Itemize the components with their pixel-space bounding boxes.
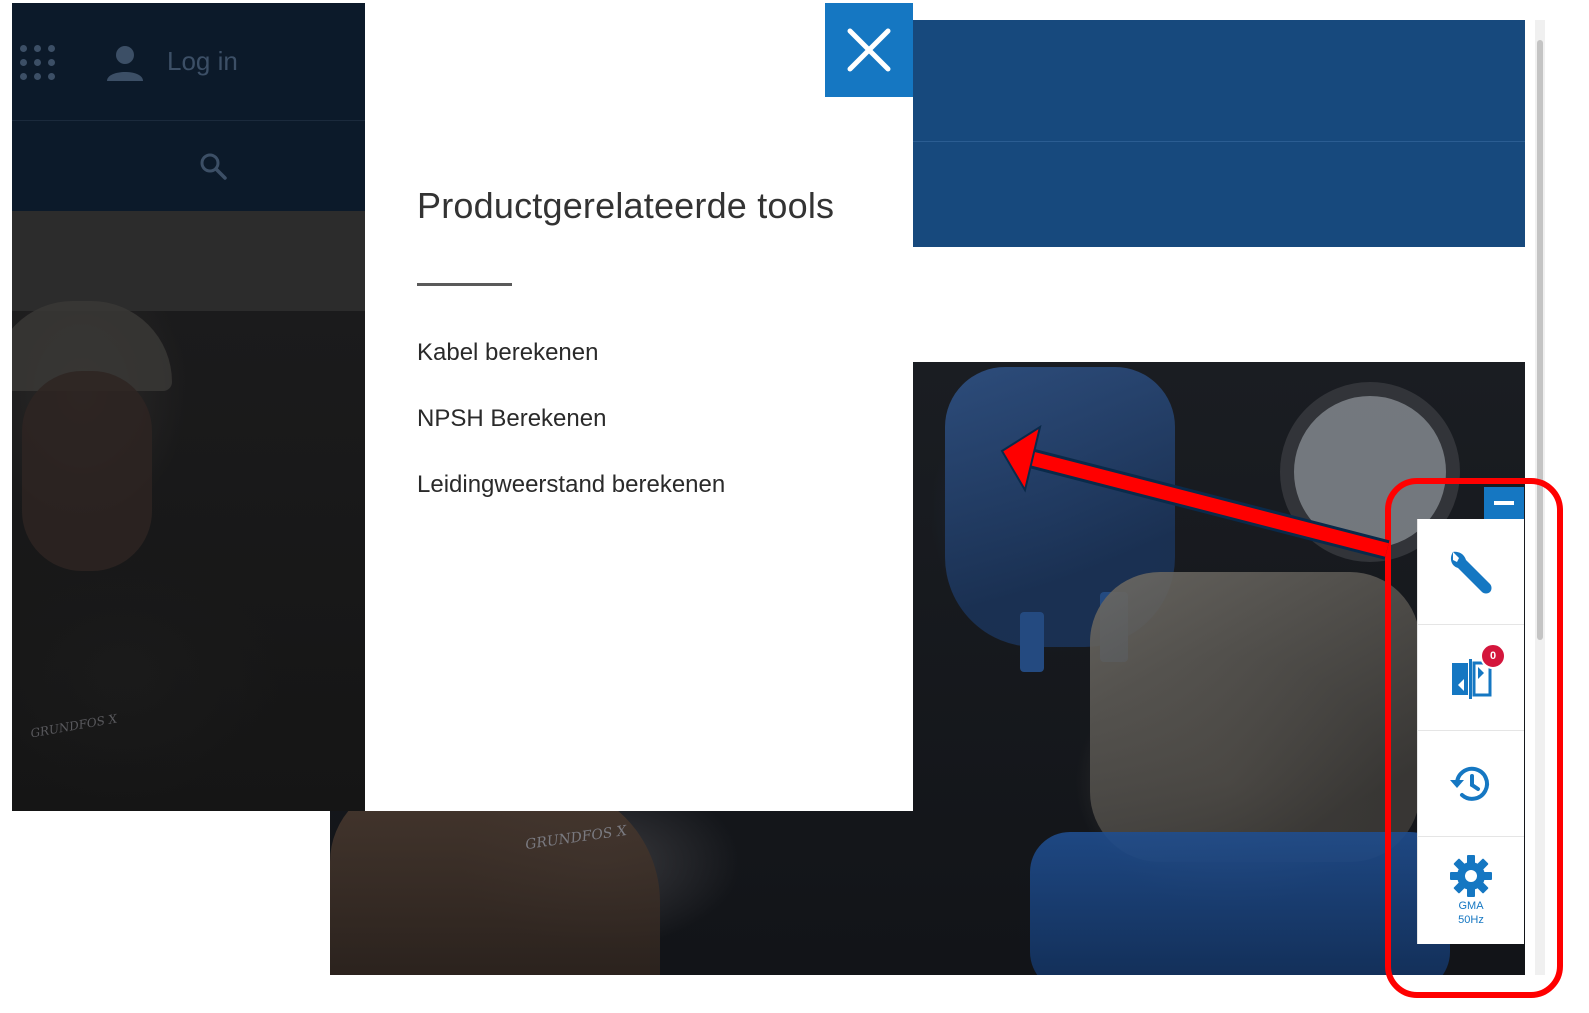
pump-nozzle [1020,612,1044,672]
header-divider [12,120,365,121]
header-divider [910,141,1525,142]
dimmed-header: Log in [12,3,365,211]
product-tools-panel: Productgerelateerde tools Kabel berekene… [365,3,913,811]
dimmed-breadcrumb-bar [12,211,365,311]
panel-title: Productgerelateerde tools [417,185,835,226]
insulation-cushion [1090,572,1420,862]
title-underline [417,283,512,286]
search-icon[interactable] [198,151,228,181]
tool-link-cable-calc[interactable]: Kabel berekenen [417,339,598,367]
annotation-highlight-box [1385,478,1563,998]
screenshot-canvas: GRUNDFOS X Log in GRUNDFOS X Productgere… [0,0,1589,1013]
login-link[interactable]: Log in [167,46,238,77]
apps-grid-icon[interactable] [20,45,58,83]
foreground-page-screenshot: Log in GRUNDFOS X Productgerelateerde to… [12,3,913,811]
shirt-logo: GRUNDFOS X [29,711,119,741]
close-button[interactable] [825,3,913,97]
dimmed-hero-image: GRUNDFOS X [12,301,365,811]
tool-link-pipe-resistance-calc[interactable]: Leidingweerstand berekenen [417,471,725,499]
user-icon[interactable] [105,43,145,83]
tool-link-npsh-calc[interactable]: NPSH Berekenen [417,405,606,433]
close-icon [847,28,891,72]
site-header-bar [910,20,1525,247]
worker-figure [22,371,152,571]
